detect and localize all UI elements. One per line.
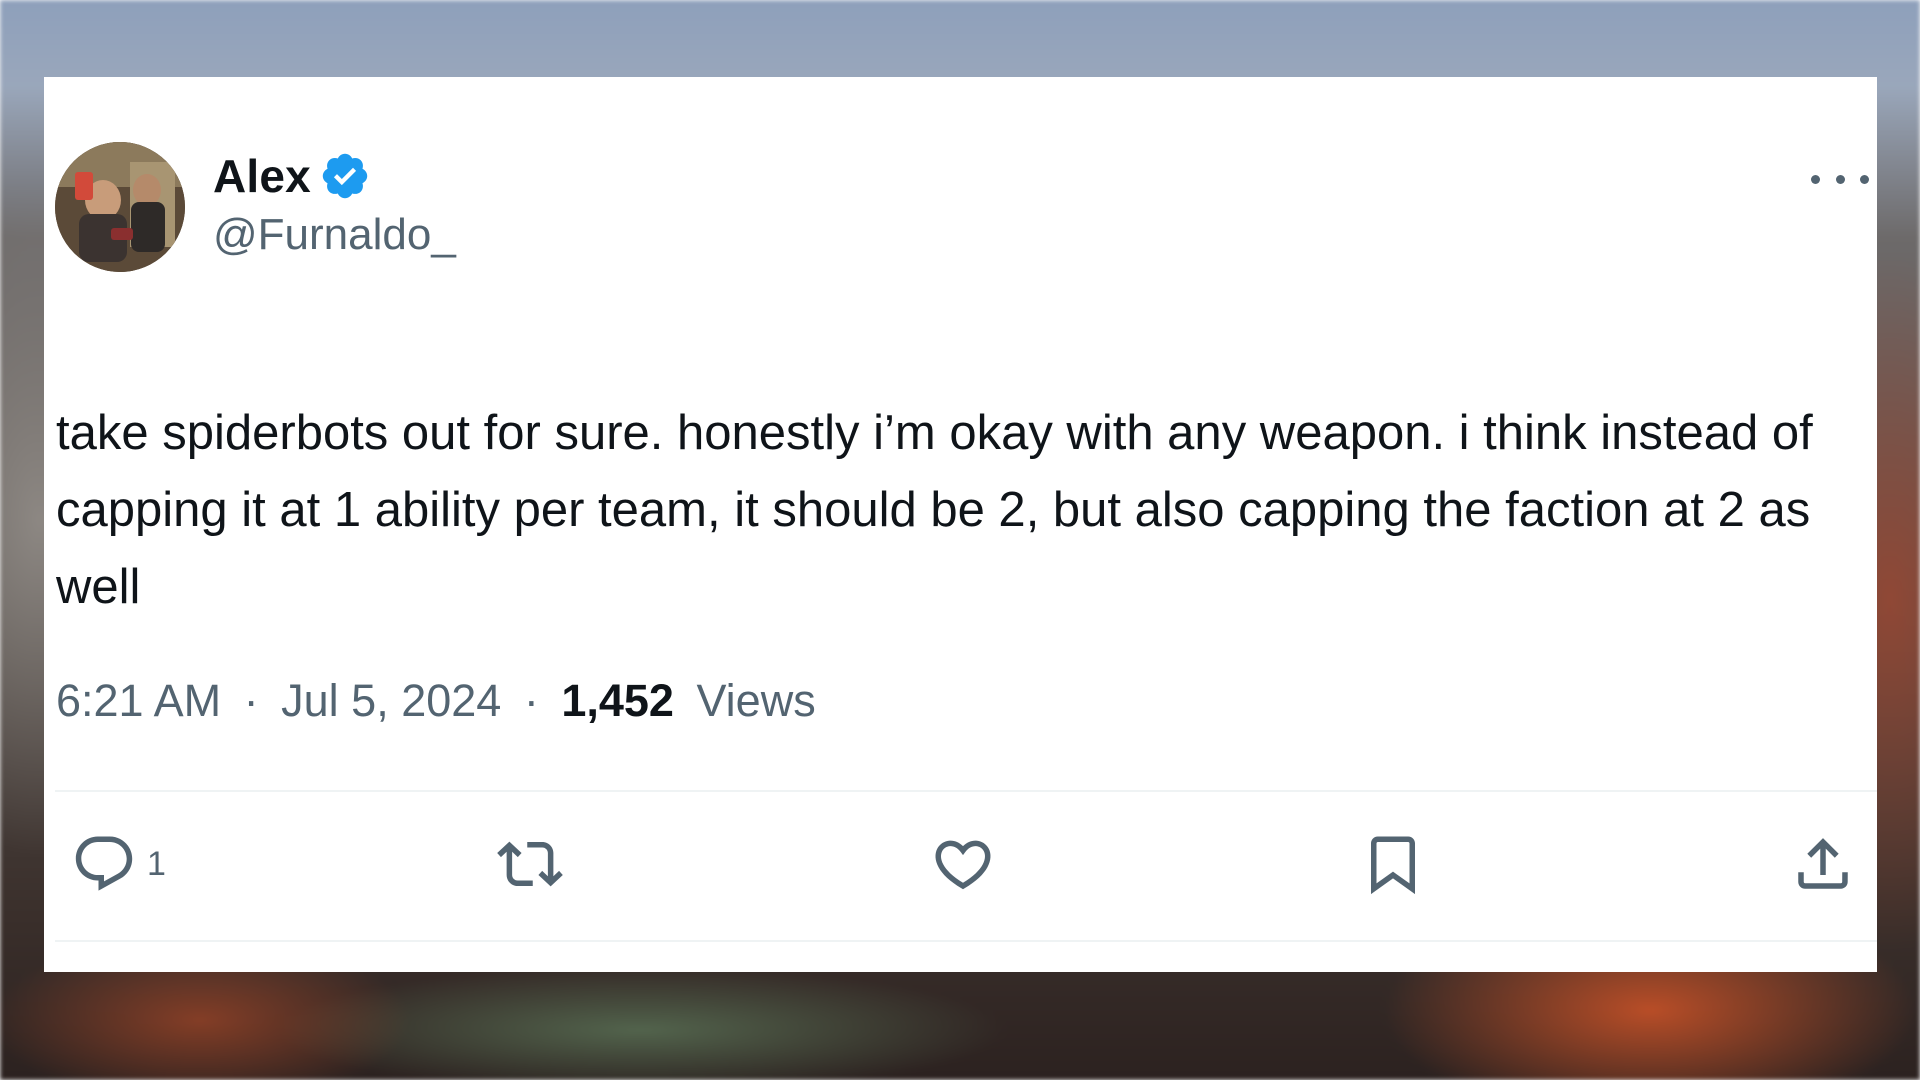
more-dot [1860,174,1869,184]
reply-count: 1 [147,844,166,883]
author-display-name[interactable]: Alex [213,149,311,203]
views-label: Views [696,675,816,726]
retweet-button[interactable] [497,832,563,896]
heart-icon [935,840,991,890]
tweet-meta: 6:21 AM · Jul 5, 2024 · 1,452 Views [56,675,816,727]
action-bar: 1 [55,792,1877,940]
meta-separator: · [243,675,259,726]
tweet-time[interactable]: 6:21 AM [56,675,221,726]
avatar[interactable] [55,142,185,272]
meta-separator: · [523,675,539,726]
tweet-card: Alex @Furnaldo_ take spiderbots out for … [44,77,1877,972]
author-handle[interactable]: @Furnaldo_ [213,210,456,260]
views-count: 1,452 [561,675,674,726]
reply-icon [75,836,133,891]
avatar-photo [55,142,185,272]
author-name-row: Alex [213,148,456,204]
divider [55,940,1877,942]
retweet-icon [497,841,563,887]
more-options-icon[interactable] [1811,164,1869,194]
bookmark-button[interactable] [1360,832,1426,896]
tweet-date[interactable]: Jul 5, 2024 [281,675,501,726]
share-button[interactable] [1790,832,1856,896]
reply-button[interactable]: 1 [71,832,166,896]
share-icon [1798,838,1848,889]
author-block: Alex @Furnaldo_ [213,148,456,260]
tweet-text: take spiderbots out for sure. honestly i… [56,406,1813,614]
tweet-header: Alex @Furnaldo_ [55,142,1877,272]
more-dot [1811,174,1820,184]
verified-badge-icon [322,153,368,199]
like-button[interactable] [930,832,996,896]
more-dot [1835,174,1845,184]
bookmark-icon [1371,836,1415,895]
